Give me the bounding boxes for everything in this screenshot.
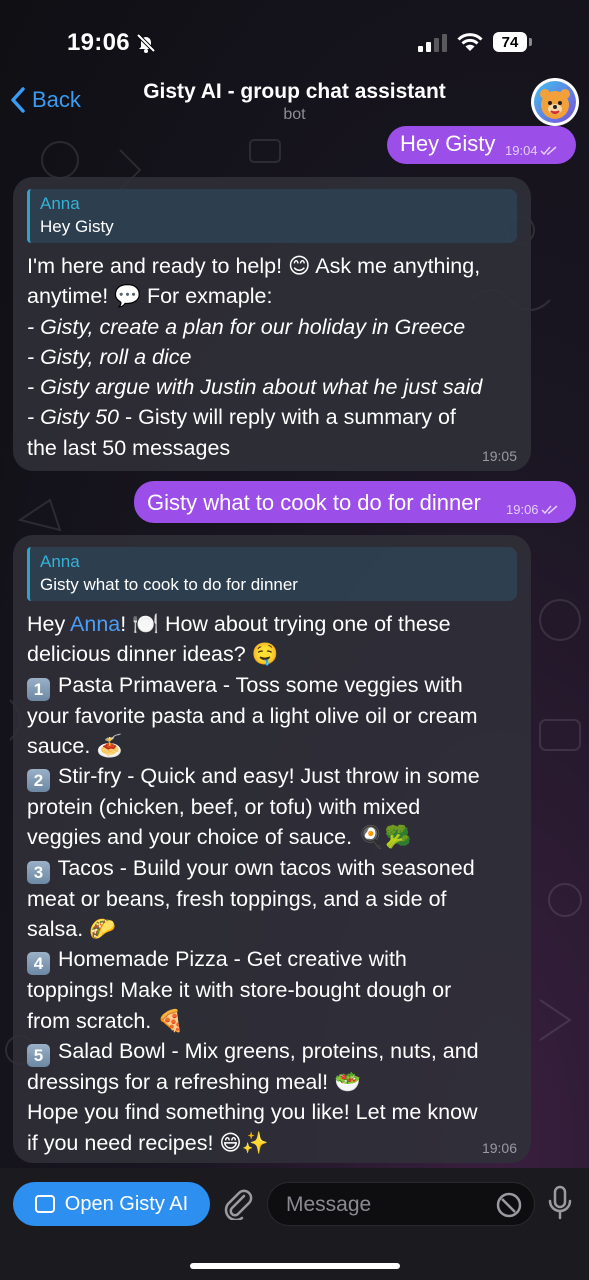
- bot-avatar[interactable]: [531, 78, 579, 126]
- message-line: - Gisty, roll a dice: [27, 344, 192, 369]
- keycap-number-icon: 4: [27, 952, 50, 976]
- incoming-message[interactable]: Anna Hey Gisty I'm here and ready to hel…: [13, 177, 531, 471]
- status-time: 19:06: [67, 29, 130, 56]
- message-line: - Gisty 50 - Gisty will reply with a sum…: [27, 402, 482, 432]
- message-text: Hey Gisty: [400, 131, 496, 156]
- web-app-icon: [34, 1195, 55, 1213]
- list-item: 4 Homemade Pizza - Get creative with: [27, 944, 480, 976]
- message-timestamp: 19:05: [481, 448, 517, 464]
- message-line: Hope you find something you like! Let me…: [27, 1100, 478, 1125]
- message-line: sauce. 🍝: [27, 733, 124, 758]
- list-item: 2 Stir-fry - Quick and easy! Just throw …: [27, 761, 480, 793]
- message-line: the last 50 messages: [27, 435, 231, 460]
- chat-title[interactable]: Gisty AI - group chat assistant: [0, 80, 589, 104]
- battery-level: 74: [501, 33, 519, 51]
- list-item-text: Stir-fry - Quick and easy! Just throw in…: [57, 764, 480, 789]
- wifi-icon: [457, 33, 483, 51]
- battery-tip: [529, 38, 532, 46]
- message-input[interactable]: [284, 1183, 488, 1227]
- open-button-label: Open Gisty AI: [64, 1192, 189, 1215]
- reply-quote[interactable]: Anna Gisty what to cook to do for dinner: [27, 547, 517, 601]
- message-timestamp: 19:04: [505, 143, 538, 158]
- message-line: from scratch. 🍕: [27, 1008, 184, 1033]
- message-line: delicious dinner ideas? 🤤: [27, 642, 279, 667]
- message-line: veggies and your choice of sauce. 🍳🥦: [27, 825, 412, 850]
- reply-text: Gisty what to cook to do for dinner: [40, 575, 298, 594]
- message-line: your favorite pasta and a light olive oi…: [27, 703, 478, 728]
- message-text: Gisty what to cook to do for dinner: [147, 490, 481, 515]
- incoming-message[interactable]: Anna Gisty what to cook to do for dinner…: [13, 535, 531, 1163]
- message-field[interactable]: [267, 1182, 535, 1227]
- bear-mascot-icon: [534, 81, 576, 123]
- command-description: - Gisty will reply with a summary of: [119, 405, 456, 430]
- message-line: protein (chicken, beef, or tofu) with mi…: [27, 795, 421, 820]
- double-check-icon: [541, 504, 558, 514]
- reply-author: Anna: [40, 552, 80, 571]
- list-item: 1 Pasta Primavera - Toss some veggies wi…: [27, 670, 480, 701]
- microphone-icon[interactable]: [548, 1185, 572, 1221]
- keycap-number-icon: 1: [27, 677, 50, 701]
- user-mention[interactable]: Anna: [70, 612, 120, 636]
- keycap-number-icon: 5: [27, 1043, 50, 1067]
- message-time: 19:06: [506, 502, 559, 517]
- message-time: 19:04: [505, 143, 558, 158]
- message-body: Hey Anna! 🍽️ How about trying one of the…: [27, 609, 480, 1158]
- message-line: dressings for a refreshing meal! 🥗: [27, 1069, 361, 1094]
- sticker-icon[interactable]: [496, 1192, 522, 1218]
- reply-text: Hey Gisty: [40, 217, 114, 236]
- message-line: if you need recipes! 😄✨: [27, 1130, 269, 1155]
- list-item-text: Salad Bowl - Mix greens, proteins, nuts,…: [57, 1038, 479, 1063]
- message-line: Hey Anna! 🍽️ How about trying one of the…: [27, 609, 480, 639]
- greeting-prefix: Hey: [27, 612, 71, 636]
- list-item-text: Tacos - Build your own tacos with season…: [57, 855, 475, 880]
- keycap-number-icon: 3: [27, 860, 50, 884]
- list-item: 5 Salad Bowl - Mix greens, proteins, nut…: [27, 1036, 480, 1067]
- status-bar: 19:06 74: [0, 0, 589, 80]
- list-item: 3 Tacos - Build your own tacos with seas…: [27, 853, 480, 884]
- home-indicator: [190, 1263, 400, 1269]
- reply-author: Anna: [40, 194, 80, 213]
- mute-bell-icon: [136, 33, 156, 53]
- chat-subtitle: bot: [283, 106, 306, 123]
- list-item-text: Pasta Primavera - Toss some veggies with: [57, 672, 463, 697]
- battery-indicator: 74: [493, 32, 527, 52]
- message-line: - Gisty, create a plan for our holiday i…: [27, 314, 466, 339]
- outgoing-message[interactable]: Hey Gisty 19:04: [387, 126, 576, 164]
- outgoing-message[interactable]: Gisty what to cook to do for dinner 19:0…: [134, 481, 576, 523]
- message-timestamp: 19:06: [481, 1140, 517, 1156]
- command-example: - Gisty 50: [27, 405, 119, 430]
- message-line: - Gisty argue with Justin about what he …: [27, 375, 483, 400]
- message-timestamp: 19:06: [506, 502, 539, 517]
- paperclip-icon[interactable]: [222, 1186, 254, 1220]
- message-line: salsa. 🌮: [27, 917, 116, 942]
- message-line: anytime! 💬 For exmaple:: [27, 284, 273, 309]
- message-body: I'm here and ready to help! 😊 Ask me any…: [27, 251, 482, 463]
- reply-quote[interactable]: Anna Hey Gisty: [27, 189, 517, 243]
- keycap-number-icon: 2: [27, 769, 50, 793]
- open-gisty-ai-button[interactable]: Open Gisty AI: [13, 1182, 210, 1226]
- cellular-signal-icon: [418, 34, 447, 52]
- chat-header: Back Gisty AI - group chat assistant bot: [0, 72, 589, 132]
- greeting-suffix: ! 🍽️ How about trying one of these: [120, 612, 451, 636]
- list-item-text: Homemade Pizza - Get creative with: [57, 947, 407, 972]
- message-line: I'm here and ready to help! 😊 Ask me any…: [27, 254, 481, 278]
- message-line: meat or beans, fresh toppings, and a sid…: [27, 886, 447, 911]
- double-check-icon: [540, 145, 557, 155]
- message-line: toppings! Make it with store-bought doug…: [27, 978, 452, 1003]
